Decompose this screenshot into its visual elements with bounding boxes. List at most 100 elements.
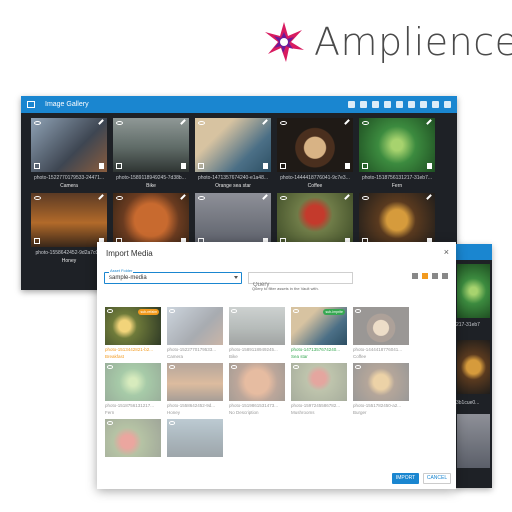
cancel-button[interactable]: CANCEL: [423, 473, 451, 484]
list-view-icon[interactable]: [442, 273, 448, 279]
delete-icon[interactable]: [427, 163, 432, 169]
edit-icon[interactable]: [344, 119, 350, 125]
preview-icon[interactable]: [231, 309, 237, 313]
import-button[interactable]: IMPORT: [392, 473, 419, 484]
grid-view-icon[interactable]: [412, 273, 418, 279]
media-item[interactable]: photo-1522770179533... Camera: [167, 307, 223, 359]
preview-icon[interactable]: [34, 121, 41, 125]
edit-icon[interactable]: [426, 194, 432, 200]
media-item[interactable]: [167, 419, 223, 461]
gallery-thumbnail[interactable]: [195, 193, 271, 247]
grid-view-icon[interactable]: [360, 101, 367, 108]
media-thumbnail[interactable]: [167, 307, 223, 345]
gallery-item[interactable]: photo-1558642452-9d2a7c0... Honey: [31, 193, 107, 264]
zoom-out-icon[interactable]: [432, 101, 439, 108]
delete-icon[interactable]: [384, 101, 391, 108]
select-all-icon[interactable]: [422, 273, 428, 279]
preview-icon[interactable]: [362, 196, 369, 200]
gallery-item[interactable]: photo-1589118949245-7d38b... Bike: [113, 118, 189, 189]
preview-icon[interactable]: [107, 421, 113, 425]
menu-icon[interactable]: [444, 101, 451, 108]
preview-icon[interactable]: [198, 121, 205, 125]
select-checkbox[interactable]: [34, 163, 40, 169]
media-thumbnail[interactable]: [105, 363, 161, 401]
desktop-view-icon[interactable]: [348, 101, 355, 108]
gallery-item[interactable]: photo-1471357674240-e1a48... Orange sea s…: [195, 118, 271, 189]
media-thumbnail[interactable]: [167, 363, 223, 401]
gallery-thumbnail[interactable]: [195, 118, 271, 172]
select-checkbox[interactable]: [198, 163, 204, 169]
gallery-item[interactable]: photo-1444418776041-9c7e3... Coffee: [277, 118, 353, 189]
preview-icon[interactable]: [169, 309, 175, 313]
media-item[interactable]: photo-1519861531473... No Description: [229, 363, 285, 415]
media-item[interactable]: photo-1518756131217... Fern: [105, 363, 161, 415]
media-thumbnail[interactable]: sub-Imprite: [291, 307, 347, 345]
edit-icon[interactable]: [180, 194, 186, 200]
select-checkbox[interactable]: [280, 163, 286, 169]
preview-icon[interactable]: [107, 365, 113, 369]
gallery-item[interactable]: photo-1518756131217-31eb7... Fern: [359, 118, 435, 189]
close-icon[interactable]: ×: [444, 247, 449, 257]
media-thumbnail[interactable]: [229, 307, 285, 345]
select-checkbox[interactable]: [116, 163, 122, 169]
gallery-thumbnail[interactable]: [31, 118, 107, 172]
media-thumbnail[interactable]: [105, 419, 161, 457]
refresh-icon[interactable]: [408, 101, 415, 108]
delete-icon[interactable]: [263, 163, 268, 169]
preview-icon[interactable]: [231, 365, 237, 369]
media-item[interactable]: photo-1558642452-9d... Honey: [167, 363, 223, 415]
edit-icon[interactable]: [344, 194, 350, 200]
preview-icon[interactable]: [169, 365, 175, 369]
media-thumbnail[interactable]: sub-refaim: [105, 307, 161, 345]
media-thumbnail[interactable]: [291, 363, 347, 401]
edit-icon[interactable]: [98, 194, 104, 200]
edit-icon[interactable]: [262, 119, 268, 125]
edit-icon[interactable]: [426, 119, 432, 125]
media-thumbnail[interactable]: [167, 419, 223, 457]
media-item[interactable]: photo-1444418776041... Coffee: [353, 307, 409, 359]
media-thumbnail[interactable]: [353, 307, 409, 345]
delete-icon[interactable]: [99, 163, 104, 169]
edit-icon[interactable]: [98, 119, 104, 125]
preview-icon[interactable]: [293, 365, 299, 369]
select-checkbox[interactable]: [34, 238, 40, 244]
preview-icon[interactable]: [34, 196, 41, 200]
preview-icon[interactable]: [362, 121, 369, 125]
deselect-icon[interactable]: [432, 273, 438, 279]
gallery-thumbnail[interactable]: [113, 193, 189, 247]
gallery-thumbnail[interactable]: [359, 193, 435, 247]
asset-folder-select[interactable]: Asset Folder sample-media: [104, 268, 242, 284]
list-view-icon[interactable]: [372, 101, 379, 108]
media-item[interactable]: photo-1589118949245... Bike: [229, 307, 285, 359]
media-thumbnail[interactable]: [353, 363, 409, 401]
media-item[interactable]: photo-1597245586782... Mushrooms: [291, 363, 347, 415]
media-item[interactable]: sub-refaim photo-1513442821-b2... Breakfas…: [105, 307, 161, 359]
gallery-item[interactable]: photo-1522770179533-24471... Camera: [31, 118, 107, 189]
preview-icon[interactable]: [116, 196, 123, 200]
select-checkbox[interactable]: [362, 163, 368, 169]
preview-icon[interactable]: [280, 121, 287, 125]
preview-icon[interactable]: [169, 421, 175, 425]
gallery-thumbnail[interactable]: [113, 118, 189, 172]
delete-icon[interactable]: [181, 163, 186, 169]
preview-icon[interactable]: [280, 196, 287, 200]
zoom-in-icon[interactable]: [420, 101, 427, 108]
preview-icon[interactable]: [355, 309, 361, 313]
media-item[interactable]: sub-Imprite photo-1471357674240... Sea sta…: [291, 307, 347, 359]
media-thumbnail[interactable]: [229, 363, 285, 401]
preview-icon[interactable]: [107, 309, 113, 313]
gallery-thumbnail[interactable]: [277, 118, 353, 172]
edit-icon[interactable]: [262, 194, 268, 200]
preview-icon[interactable]: [198, 196, 205, 200]
preview-icon[interactable]: [116, 121, 123, 125]
gallery-thumbnail[interactable]: [359, 118, 435, 172]
gallery-thumbnail[interactable]: [277, 193, 353, 247]
preview-icon[interactable]: [355, 365, 361, 369]
delete-icon[interactable]: [345, 163, 350, 169]
preview-icon[interactable]: [293, 309, 299, 313]
media-item[interactable]: photo-1551782450-a2... Burger: [353, 363, 409, 415]
edit-icon[interactable]: [180, 119, 186, 125]
gallery-thumbnail[interactable]: [31, 193, 107, 247]
sort-icon[interactable]: [396, 101, 403, 108]
media-item[interactable]: [105, 419, 161, 461]
